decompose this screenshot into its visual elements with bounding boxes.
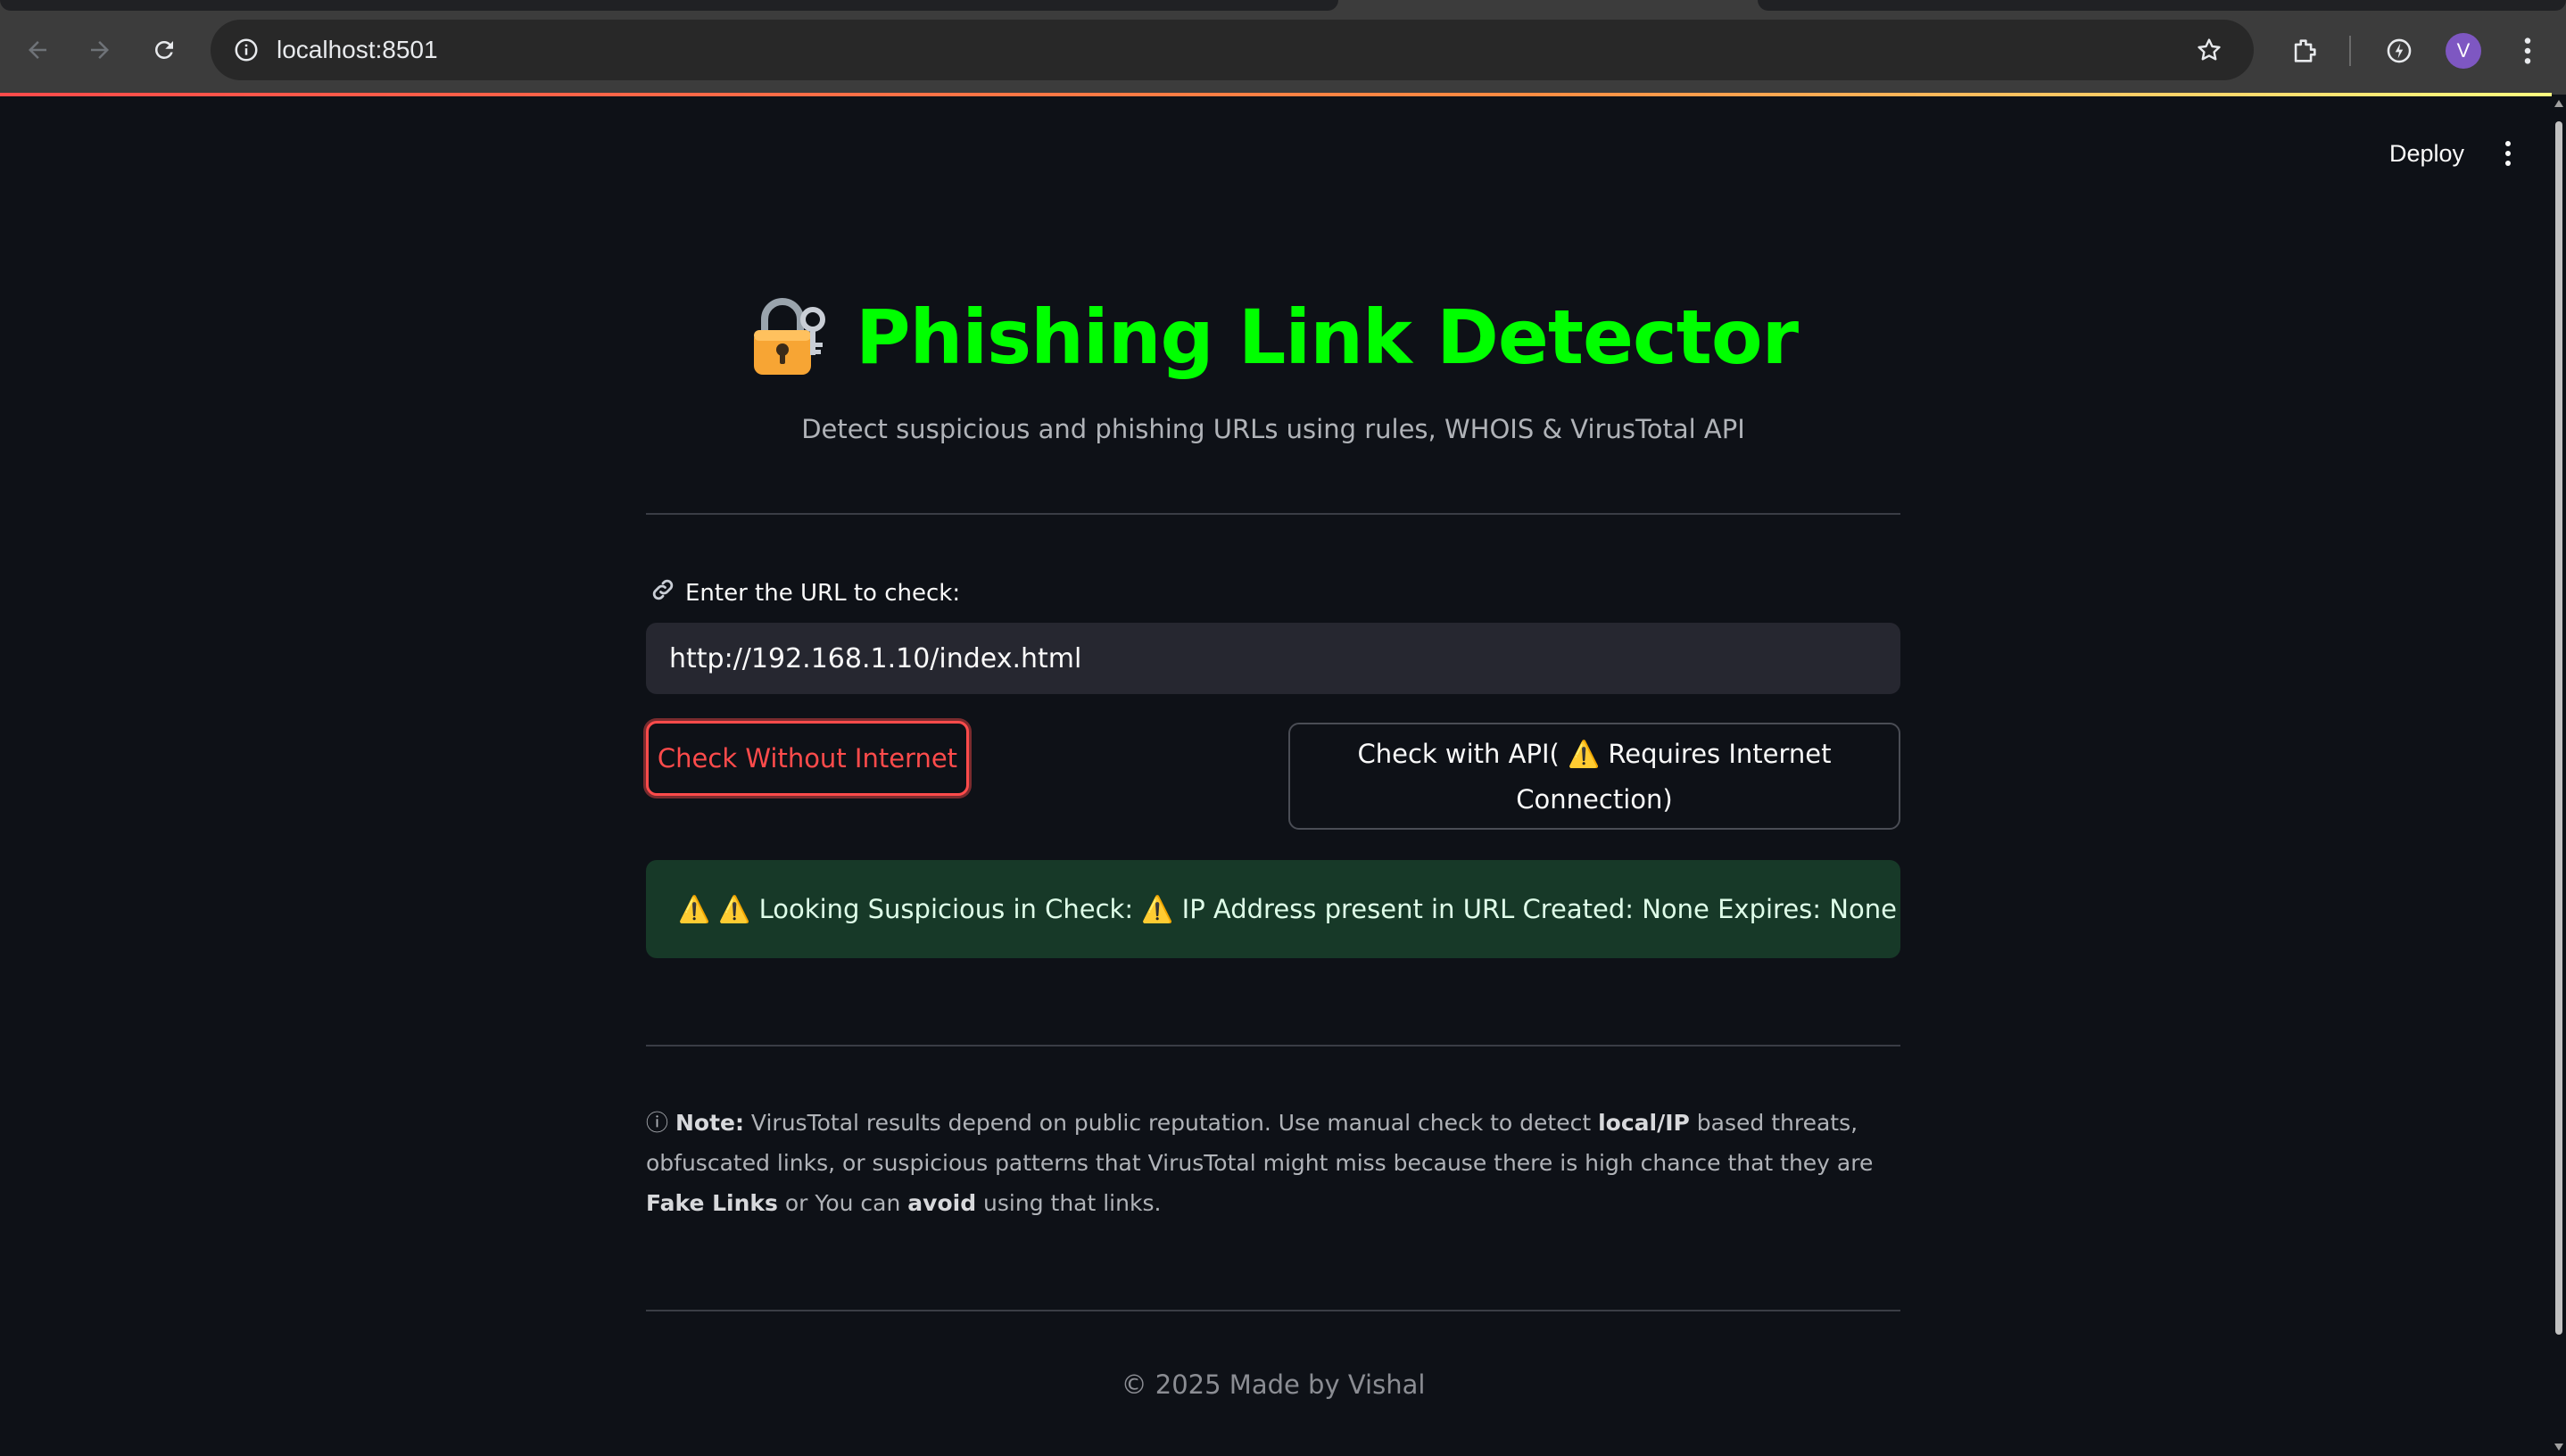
page-scrollbar[interactable]: [2552, 95, 2566, 1456]
result-alert: ⚠️ ⚠️ Looking Suspicious in Check: ⚠️ IP…: [646, 860, 1900, 958]
note-paragraph: ⓘ Note: VirusTotal results depend on pub…: [646, 1103, 1900, 1223]
link-icon: [650, 576, 676, 609]
scroll-up-icon[interactable]: [2554, 100, 2563, 107]
note-emphasis: avoid: [907, 1190, 977, 1216]
browser-menu-icon[interactable]: [2509, 32, 2546, 70]
note-emphasis: local/IP: [1598, 1110, 1690, 1136]
info-icon: ⓘ: [646, 1110, 669, 1136]
check-without-internet-button[interactable]: Check Without Internet: [646, 721, 969, 796]
tab-strip-edge: [1758, 0, 2566, 11]
scrollbar-thumb[interactable]: [2555, 121, 2562, 1335]
note-label: Note:: [675, 1110, 744, 1136]
reload-icon[interactable]: [145, 30, 184, 70]
kebab-menu-icon[interactable]: [2495, 130, 2521, 177]
profile-avatar[interactable]: V: [2446, 33, 2481, 69]
lock-key-icon: [749, 293, 831, 382]
app-title: Phishing Link Detector: [855, 294, 1799, 381]
deploy-button[interactable]: Deploy: [2373, 127, 2480, 180]
divider: [646, 1045, 1900, 1046]
back-arrow-icon[interactable]: [18, 30, 57, 70]
streamlit-app: Deploy Phishing Link Detector Detect sus: [0, 96, 2552, 1456]
check-with-api-label-line2: Connection): [1516, 784, 1673, 815]
browser-toolbar: localhost:8501 V: [0, 0, 2566, 96]
performance-icon[interactable]: [2380, 32, 2418, 70]
extensions-icon[interactable]: [2286, 32, 2323, 70]
check-with-api-button[interactable]: Check with API( ⚠️ Requires Internet Con…: [1288, 723, 1900, 830]
page-title: Phishing Link Detector: [646, 284, 1900, 391]
url-input[interactable]: [646, 623, 1900, 694]
url-input-label: Enter the URL to check:: [650, 576, 960, 609]
address-bar[interactable]: localhost:8501: [211, 20, 2254, 80]
toolbar-divider: [2349, 36, 2351, 66]
address-text[interactable]: localhost:8501: [277, 20, 438, 80]
forward-arrow-icon[interactable]: [80, 30, 120, 70]
note-text: or You can: [777, 1190, 908, 1216]
note-text: using that links.: [976, 1190, 1162, 1216]
url-input-label-text: Enter the URL to check:: [685, 579, 961, 607]
note-emphasis: Fake Links: [646, 1190, 778, 1216]
star-icon[interactable]: [2191, 32, 2227, 68]
divider: [646, 513, 1900, 515]
scroll-down-icon[interactable]: [2554, 1444, 2563, 1451]
note-text: VirusTotal results depend on public repu…: [743, 1110, 1599, 1136]
site-info-icon[interactable]: [230, 34, 262, 66]
check-with-api-label-line1: Check with API( ⚠️ Requires Internet: [1357, 739, 1832, 769]
divider: [646, 1310, 1900, 1311]
app-subtitle: Detect suspicious and phishing URLs usin…: [801, 414, 1745, 444]
footer-credit: © 2025 Made by Vishal: [1121, 1369, 1426, 1400]
tab-strip-edge: [0, 0, 1338, 11]
